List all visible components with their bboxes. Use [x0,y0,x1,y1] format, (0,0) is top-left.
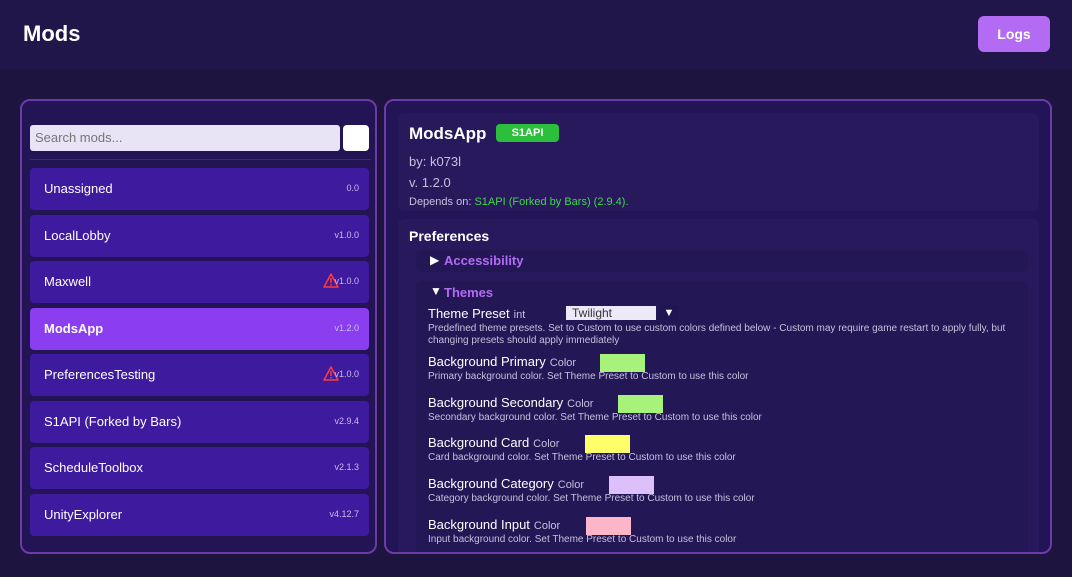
mod-item-version: v1.0.0 [334,276,359,286]
mod-item-version: v1.2.0 [334,322,359,333]
pref-label: Background Card Color [428,435,559,450]
mod-item-version: v1.0.0 [334,369,359,379]
accessibility-section[interactable]: ▶ Accessibility [416,250,1028,272]
mod-item-version: v2.9.4 [334,415,359,426]
theme-preset-label: Theme Preset [428,306,510,321]
theme-preset-select[interactable]: Twilight [566,306,656,320]
pref-name: Background Primary [428,354,546,369]
themes-section: ▼ Themes Theme Preset int Twilight ▼ Pred… [416,281,1028,552]
pref-type: Color [549,357,577,369]
pref-label: Background Primary Color [428,354,576,369]
search-input[interactable] [30,125,340,151]
pref-description: Primary background color. Set Theme Pres… [428,371,749,382]
pref-description: Category background color. Set Theme Pre… [428,493,755,505]
pref-type: Color [557,479,585,492]
color-swatch[interactable] [585,435,630,454]
color-swatch[interactable] [600,354,645,372]
mod-item-version: v1.0.0 [334,229,359,240]
mod-title: ModsApp [409,124,487,143]
pref-label: Background Input Color [428,517,560,532]
pref-name: Background Card [428,435,530,451]
mod-item-name: ModsApp [44,320,104,336]
mod-version: v. 1.2.0 [409,175,451,190]
pref-name: Background Category [428,476,554,492]
accessibility-label: Accessibility [444,253,524,268]
mod-list-panel: Unassigned 0.0 LocalLobby v1.0.0 Maxwell v1.0… [20,99,377,554]
pref-description: Card background color. Set Theme Preset … [428,452,736,464]
mod-list-item[interactable]: Unassigned 0.0 [30,168,369,210]
mod-item-version: v4.12.7 [329,508,359,519]
page-title: Mods [23,21,81,46]
mod-info-card: ModsApp S1API by: k073l v. 1.2.0 Depends… [398,113,1039,211]
color-swatch[interactable] [609,476,654,495]
mod-item-name: S1API (Forked by Bars) [44,413,182,429]
mod-list-item[interactable]: Maxwell v1.0.0 [30,261,369,303]
pref-label: Theme Preset int [428,306,525,321]
mod-item-name: Unassigned [44,181,113,196]
mod-list-item[interactable]: S1API (Forked by Bars) v2.9.4 [30,400,369,443]
top-bar: Mods Logs [0,0,1072,70]
mod-item-name: Maxwell [44,274,91,289]
preferences-heading: Preferences [409,228,490,244]
mod-list-item[interactable]: ModsApp v1.2.0 [30,307,369,350]
mod-item-name: ScheduleToolbox [44,460,144,475]
depends-label: Depends on: [409,196,472,208]
pref-label: Background Secondary Color [428,395,593,410]
mod-item-version: v2.1.3 [334,462,359,472]
preferences-card: Preferences ▶ Accessibility ▼ Themes The… [398,219,1039,552]
mod-list-item[interactable]: UnityExplorer v4.12.7 [30,493,369,536]
mod-list: Unassigned 0.0 LocalLobby v1.0.0 Maxwell v1.0… [30,168,369,540]
mod-badge: S1API [496,124,559,142]
mod-item-name: UnityExplorer [44,506,123,522]
mod-item-name: PreferencesTesting [44,367,156,382]
pref-type: Color [533,519,561,532]
search-button[interactable] [343,125,369,151]
pref-description: Input background color. Set Theme Preset… [428,533,737,545]
pref-type: int [513,309,526,321]
pref-name: Background Input [428,516,530,532]
color-swatch[interactable] [586,516,631,535]
triangle-right-icon: ▶ [430,253,440,267]
color-swatch[interactable] [618,394,663,413]
mod-list-item[interactable]: LocalLobby v1.0.0 [30,214,369,257]
mod-item-version: 0.0 [346,183,359,193]
pref-description: Predefined theme presets. Set to Custom … [428,323,1006,346]
pref-type: Color [533,438,560,451]
triangle-down-icon[interactable]: ▼ [430,284,442,298]
mod-detail-panel: ModsApp S1API by: k073l v. 1.2.0 Depends… [384,99,1052,554]
mod-item-name: LocalLobby [44,227,111,243]
mod-list-item[interactable]: PreferencesTesting v1.0.0 [30,354,369,396]
dropdown-arrow-icon[interactable]: ▼ [659,305,679,320]
dependency-link[interactable]: S1API (Forked by Bars) (2.9.4). [474,196,628,208]
themes-label[interactable]: Themes [444,285,493,300]
divider [30,159,371,160]
mod-list-item[interactable]: ScheduleToolbox v2.1.3 [30,447,369,489]
pref-label: Background Category Color [428,476,584,491]
mod-author: by: k073l [409,154,462,169]
mod-dependencies: Depends on: S1API (Forked by Bars) (2.9.… [409,196,629,208]
pref-description: Secondary background color. Set Theme Pr… [428,411,762,423]
pref-type: Color [567,397,594,410]
pref-name: Background Secondary [428,394,564,410]
logs-button[interactable]: Logs [978,16,1050,52]
